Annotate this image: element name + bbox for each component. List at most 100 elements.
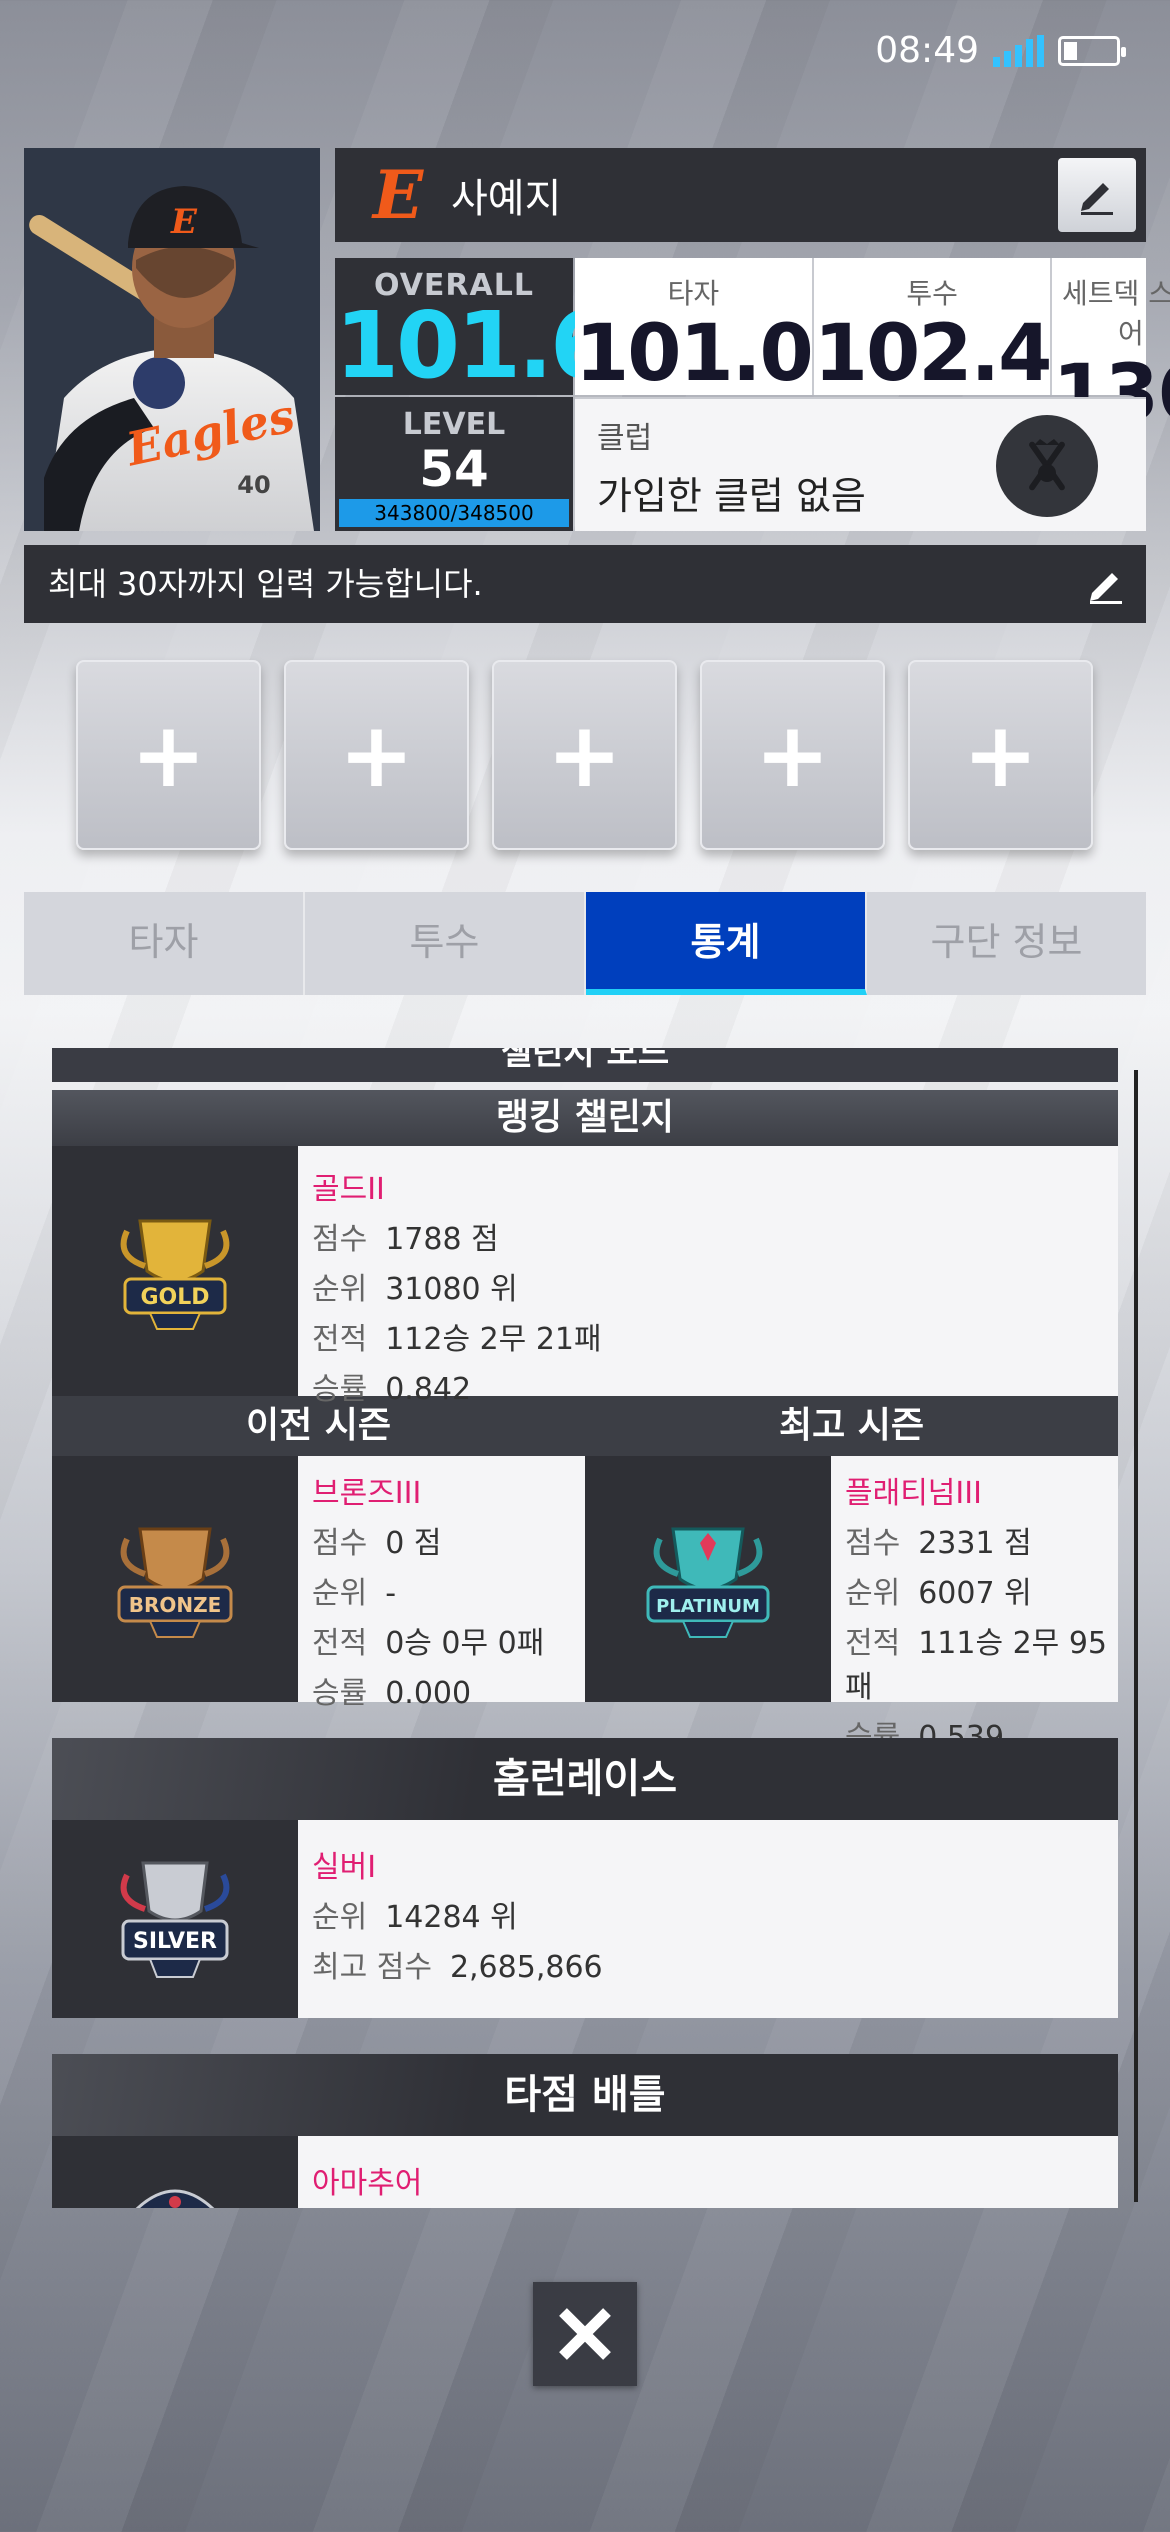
gold-badge-icon: GOLD xyxy=(52,1146,298,1396)
ranking-challenge-title: 랭킹 챌린지 xyxy=(52,1090,1118,1146)
rank-label: 순위 xyxy=(312,1576,368,1611)
rank-value: - xyxy=(385,1576,397,1611)
stat-value: 102.4 xyxy=(813,309,1053,399)
stat-pitcher: 투수 102.4 xyxy=(811,258,1053,399)
xp-bar: 343800/348500 xyxy=(339,499,569,527)
score-value: 1788 점 xyxy=(385,1222,499,1257)
tier-name: 실버I xyxy=(312,1850,377,1885)
add-slot-button[interactable]: + xyxy=(492,660,677,850)
tier-name: 골드II xyxy=(312,1172,385,1207)
tab-batter[interactable]: 타자 xyxy=(24,892,305,995)
rank-value: 31080 위 xyxy=(385,1272,518,1307)
stat-label: 타자 xyxy=(667,277,720,310)
platinum-badge-icon: PLATINUM xyxy=(585,1456,831,1702)
homerun-race-info: 실버I 순위 14284 위 최고 점수 2,685,866 xyxy=(298,1820,1118,2018)
tier-name: 브론즈III xyxy=(312,1476,422,1511)
close-x-icon xyxy=(559,2308,611,2360)
status-time: 08:49 xyxy=(875,30,979,71)
best-season-title: 최고 시즌 xyxy=(778,1405,924,1446)
previous-season-info: 브론즈III 점수 0 점 순위 - 전적 0승 0무 0패 승률 0.000 xyxy=(298,1456,585,1711)
homerun-race-card: 홈런레이스 SILVER 실버I 순위 14284 위 최고 점수 2,685,86… xyxy=(52,1738,1118,2018)
svg-text:E: E xyxy=(170,202,198,242)
player-avatar-image: E Eagles 40 xyxy=(24,148,320,531)
add-slot-button[interactable]: + xyxy=(284,660,469,850)
add-slot-button[interactable]: + xyxy=(908,660,1093,850)
player-name: 사예지 xyxy=(451,176,562,222)
player-portrait[interactable]: E Eagles 40 xyxy=(24,148,320,531)
tier-name: 아마추어 xyxy=(312,2166,423,2201)
best-season-info: 플래티넘III 점수 2331 점 순위 6007 위 전적 111승 2무 95패 … xyxy=(831,1456,1118,1755)
ranking-challenge-info: 골드II 점수 1788 점 순위 31080 위 전적 112승 2무 21패 승률… xyxy=(298,1146,1118,1407)
crossed-bats-icon xyxy=(996,415,1098,517)
overall-panel: OVERALL 101.6 xyxy=(335,258,614,399)
bronze-badge-icon: BRONZE xyxy=(52,1456,298,1702)
record-value: 0승 0무 0패 xyxy=(385,1626,545,1661)
pencil-icon xyxy=(1081,183,1113,215)
rank-label: 순위 xyxy=(845,1576,901,1611)
player-stats: 타자 101.0 투수 102.4 세트덱 스코어 136 xyxy=(575,258,1170,436)
badge-text: PLATINUM xyxy=(656,1596,760,1617)
stat-value: 101.0 xyxy=(575,309,814,399)
stats-scroll-area[interactable]: 챌린지 모드 랭킹 챌린지 GOLD 골드II 점수 1788 점 순위 31080… xyxy=(52,1048,1118,2208)
team-logo-icon: E xyxy=(372,156,424,234)
battery-icon xyxy=(1058,35,1126,66)
level-label: LEVEL xyxy=(402,407,506,442)
rank-value: 6007 위 xyxy=(918,1576,1032,1611)
score-value: 2331 점 xyxy=(918,1526,1032,1561)
tab-pitcher[interactable]: 투수 xyxy=(305,892,586,995)
best-score-value: 2,685,866 xyxy=(449,1950,603,1985)
win-rate-value: 0.000 xyxy=(385,1676,472,1711)
rank-label: 순위 xyxy=(312,1272,368,1307)
previous-season-title: 이전 시즌 xyxy=(245,1405,391,1446)
overall-value: 101.6 xyxy=(335,292,614,399)
club-value: 가입한 클럽 없음 xyxy=(597,474,866,518)
player-name-bar: E 사예지 xyxy=(335,148,1146,242)
silver-badge-icon: SILVER xyxy=(52,1820,298,2018)
badge-text: BRONZE xyxy=(129,1593,222,1617)
close-button[interactable] xyxy=(533,2282,637,2386)
amateur-badge-icon xyxy=(52,2136,298,2208)
jersey-number: 40 xyxy=(237,471,270,499)
tier-name: 플래티넘III xyxy=(845,1476,982,1511)
score-label: 점수 xyxy=(845,1526,901,1561)
badge-text: GOLD xyxy=(140,1285,209,1310)
edit-name-button[interactable] xyxy=(1058,158,1136,232)
record-label: 전적 xyxy=(312,1322,368,1357)
ranking-challenge-card: 랭킹 챌린지 GOLD 골드II 점수 1788 점 순위 31080 위 전적 11… xyxy=(52,1090,1118,1755)
rank-label: 순위 xyxy=(312,1900,368,1935)
add-slot-button[interactable]: + xyxy=(76,660,261,850)
season-headers: 이전 시즌 최고 시즌 xyxy=(52,1396,1118,1456)
stat-setdeck-score: 세트덱 스코어 136 xyxy=(1050,258,1170,436)
score-value: 0 점 xyxy=(385,1526,442,1561)
level-panel: LEVEL 54 343800/348500 xyxy=(335,397,573,531)
signal-icon xyxy=(993,34,1044,67)
bio-input[interactable]: 최대 30자까지 입력 가능합니다. xyxy=(24,545,1146,623)
record-label: 전적 xyxy=(845,1626,901,1661)
club-label: 클럽 xyxy=(597,421,653,456)
record-value: 112승 2무 21패 xyxy=(385,1322,602,1357)
best-score-label: 최고 점수 xyxy=(312,1950,432,1985)
scrollbar[interactable] xyxy=(1134,1070,1138,2202)
score-label: 점수 xyxy=(312,1222,368,1257)
homerun-race-title: 홈런레이스 xyxy=(52,1738,1118,1820)
equipment-slots: + + + + + xyxy=(76,660,1093,850)
add-slot-button[interactable]: + xyxy=(700,660,885,850)
stat-label: 투수 xyxy=(906,277,958,310)
batting-battle-card: 타점 배틀 아마추어 xyxy=(52,2054,1118,2208)
pencil-icon[interactable] xyxy=(1086,565,1126,605)
level-value: 54 xyxy=(419,440,489,498)
stat-label: 세트덱 스코어 xyxy=(1062,277,1170,350)
batting-battle-info: 아마추어 xyxy=(298,2136,1118,2208)
tab-stats[interactable]: 통계 xyxy=(586,892,867,995)
badge-text: SILVER xyxy=(133,1929,217,1954)
record-label: 전적 xyxy=(312,1626,368,1661)
status-bar: 08:49 xyxy=(875,30,1126,71)
bio-placeholder: 최대 30자까지 입력 가능합니다. xyxy=(48,565,483,603)
score-label: 점수 xyxy=(312,1526,368,1561)
rank-value: 14284 위 xyxy=(385,1900,518,1935)
stat-batter: 타자 101.0 xyxy=(575,258,814,399)
batting-battle-title: 타점 배틀 xyxy=(52,2054,1118,2136)
win-rate-label: 승률 xyxy=(312,1676,368,1711)
tab-team-info[interactable]: 구단 정보 xyxy=(867,892,1146,995)
club-panel[interactable]: 클럽 가입한 클럽 없음 xyxy=(575,397,1146,531)
